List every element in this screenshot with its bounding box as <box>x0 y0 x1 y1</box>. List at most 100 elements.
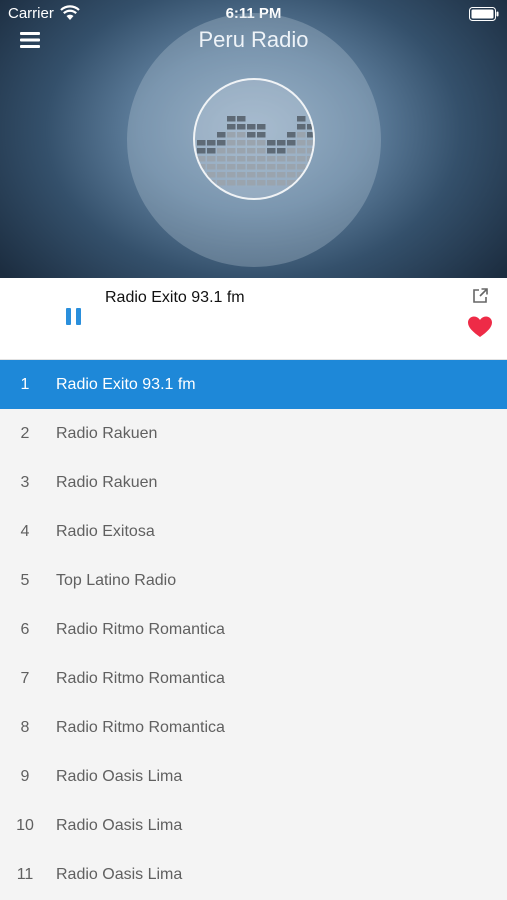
equalizer-segment <box>197 164 206 170</box>
equalizer-segment <box>267 140 276 146</box>
equalizer-segment <box>227 140 236 146</box>
station-name: Radio Rakuen <box>56 424 158 442</box>
equalizer-segment <box>237 172 246 178</box>
equalizer-segment <box>237 180 246 186</box>
station-number: 6 <box>20 620 30 638</box>
equalizer-segment <box>267 156 276 162</box>
station-number: 2 <box>20 424 30 442</box>
station-row[interactable]: 7 Radio Ritmo Romantica <box>0 654 507 703</box>
equalizer-segment <box>247 132 256 138</box>
equalizer-segment <box>297 140 306 146</box>
equalizer-segment <box>257 140 266 146</box>
station-list: 1 Radio Exito 93.1 fm 2 Radio Rakuen 3 Radio … <box>0 360 507 900</box>
equalizer-segment <box>297 132 306 138</box>
equalizer-segment <box>237 116 246 122</box>
equalizer-icon <box>197 116 313 186</box>
equalizer-segment <box>277 164 286 170</box>
station-name: Radio Rakuen <box>56 473 158 491</box>
station-number: 9 <box>20 767 30 785</box>
equalizer-segment <box>227 116 236 122</box>
equalizer-segment <box>307 164 313 170</box>
equalizer-segment <box>267 148 276 154</box>
station-number: 10 <box>16 816 34 834</box>
station-name: Radio Ritmo Romantica <box>56 669 225 687</box>
equalizer-segment <box>197 172 206 178</box>
equalizer-segment <box>277 180 286 186</box>
equalizer-segment <box>267 172 276 178</box>
station-row[interactable]: 11 Radio Oasis Lima <box>0 850 507 899</box>
equalizer-segment <box>217 132 226 138</box>
station-name: Radio Ritmo Romantica <box>56 718 225 736</box>
equalizer-segment <box>277 156 286 162</box>
equalizer-segment <box>207 180 216 186</box>
station-row[interactable]: 1 Radio Exito 93.1 fm <box>0 360 507 409</box>
equalizer-segment <box>237 164 246 170</box>
share-icon[interactable] <box>471 287 489 305</box>
equalizer-segment <box>207 140 216 146</box>
equalizer-segment <box>207 172 216 178</box>
equalizer-segment <box>307 156 313 162</box>
equalizer-segment <box>257 164 266 170</box>
equalizer-segment <box>217 156 226 162</box>
equalizer-segment <box>207 156 216 162</box>
equalizer-segment <box>287 132 296 138</box>
pause-button[interactable] <box>62 306 86 328</box>
station-row[interactable]: 2 Radio Rakuen <box>0 409 507 458</box>
equalizer-segment <box>237 124 246 130</box>
equalizer-segment <box>307 132 313 138</box>
station-number: 11 <box>16 865 34 883</box>
station-row[interactable]: 3 Radio Rakuen <box>0 458 507 507</box>
station-number: 8 <box>20 718 30 736</box>
equalizer-segment <box>217 164 226 170</box>
equalizer-segment <box>297 156 306 162</box>
equalizer-segment <box>227 156 236 162</box>
equalizer-segment <box>267 164 276 170</box>
equalizer-segment <box>307 148 313 154</box>
equalizer-segment <box>267 180 276 186</box>
hero-banner: Carrier 6:11 PM Peru Radio <box>0 0 507 278</box>
equalizer-segment <box>237 140 246 146</box>
equalizer-segment <box>257 148 266 154</box>
station-name: Radio Exitosa <box>56 522 155 540</box>
equalizer-segment <box>287 140 296 146</box>
equalizer-segment <box>207 164 216 170</box>
battery-icon <box>469 7 499 21</box>
equalizer-segment <box>227 164 236 170</box>
station-number: 3 <box>20 473 30 491</box>
equalizer-segment <box>257 132 266 138</box>
station-artwork <box>193 78 315 200</box>
equalizer-segment <box>277 140 286 146</box>
station-name: Radio Oasis Lima <box>56 865 183 883</box>
equalizer-segment <box>227 148 236 154</box>
station-number: 7 <box>20 669 30 687</box>
equalizer-segment <box>217 172 226 178</box>
station-name: Radio Oasis Lima <box>56 816 183 834</box>
station-row[interactable]: 4 Radio Exitosa <box>0 507 507 556</box>
station-row[interactable]: 8 Radio Ritmo Romantica <box>0 703 507 752</box>
station-name: Top Latino Radio <box>56 571 177 589</box>
equalizer-segment <box>227 172 236 178</box>
pause-icon-left <box>66 308 71 325</box>
equalizer-segment <box>247 140 256 146</box>
equalizer-segment <box>287 164 296 170</box>
equalizer-segment <box>217 180 226 186</box>
equalizer-segment <box>287 148 296 154</box>
equalizer-segment <box>297 148 306 154</box>
station-row[interactable]: 9 Radio Oasis Lima <box>0 752 507 801</box>
equalizer-segment <box>307 180 313 186</box>
station-row[interactable]: 5 Top Latino Radio <box>0 556 507 605</box>
equalizer-segment <box>307 140 313 146</box>
equalizer-segment <box>287 180 296 186</box>
equalizer-segment <box>257 172 266 178</box>
station-row[interactable]: 10 Radio Oasis Lima <box>0 801 507 850</box>
now-playing-station: Radio Exito 93.1 fm <box>105 289 245 306</box>
equalizer-segment <box>197 156 206 162</box>
equalizer-segment <box>247 172 256 178</box>
equalizer-segment <box>307 124 313 130</box>
equalizer-segment <box>277 172 286 178</box>
equalizer-segment <box>247 180 256 186</box>
equalizer-segment <box>257 124 266 130</box>
equalizer-segment <box>297 180 306 186</box>
heart-icon[interactable] <box>467 315 493 339</box>
station-row[interactable]: 6 Radio Ritmo Romantica <box>0 605 507 654</box>
